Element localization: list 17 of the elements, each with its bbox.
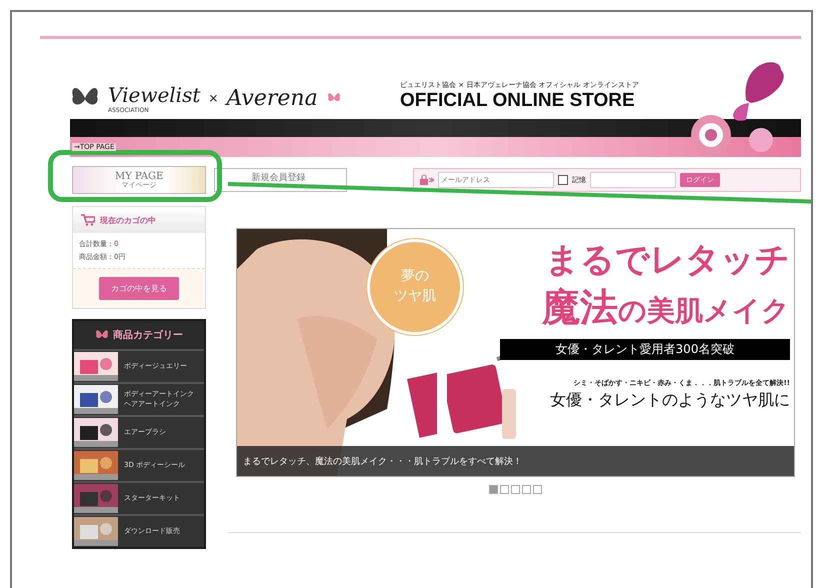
times-sign: × <box>208 91 218 105</box>
cart-title: 現在のカゴの中 <box>100 214 156 226</box>
highlight-text: 女優・タレント愛用者300名突破 <box>500 338 790 360</box>
remember-checkbox[interactable] <box>558 175 568 185</box>
headline: 魔法の美肌メイク <box>542 284 790 330</box>
logo-text: Viewelist <box>108 82 200 106</box>
circle-badge: 夢の ツヤ肌 <box>367 239 463 335</box>
password-field[interactable] <box>590 172 676 188</box>
logo-text: Averena <box>226 86 318 110</box>
banner-caption: まるでレタッチ、魔法の美肌メイク・・・肌トラブルをすべて解決！ <box>237 446 794 476</box>
category-title: 商品カテゴリー <box>113 328 183 342</box>
tagline-text: 女優・タレントのようなツヤ肌に <box>550 390 790 410</box>
headline: まるでレタッチ <box>545 239 790 282</box>
cart-icon <box>81 214 95 226</box>
lock-icon <box>420 175 434 185</box>
register-button[interactable]: 新規会員登録 <box>214 168 347 192</box>
store-title: OFFICIAL ONLINE STORE <box>400 90 636 112</box>
